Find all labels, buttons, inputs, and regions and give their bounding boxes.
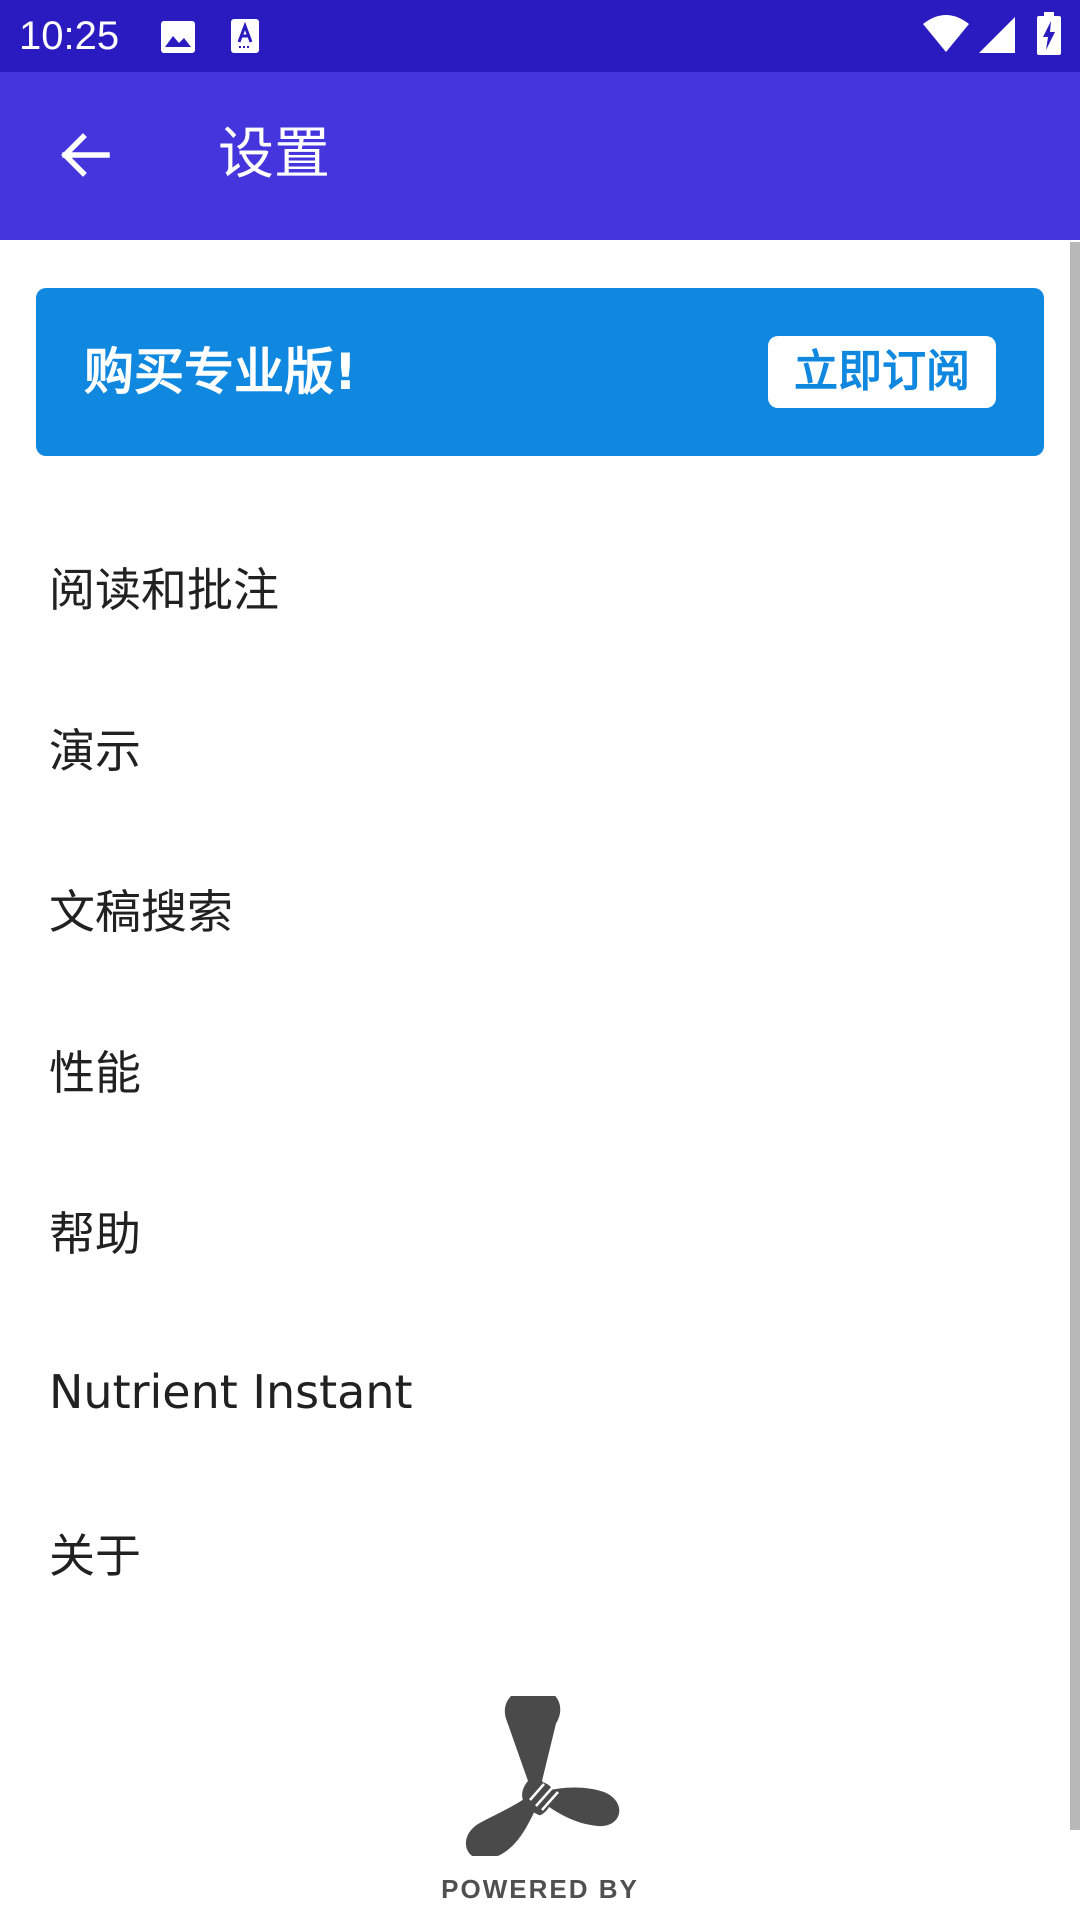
powered-by-text: POWERED BY	[441, 1874, 639, 1904]
settings-item-performance[interactable]: 性能	[0, 989, 1068, 1150]
settings-item-label: 性能	[49, 1045, 141, 1100]
arrow-back-icon	[61, 133, 110, 177]
promo-banner: 购买专业版! 立即订阅	[36, 288, 1044, 456]
status-time: 10:25	[19, 14, 120, 58]
settings-item-help[interactable]: 帮助	[0, 1150, 1068, 1311]
settings-item-label: Nutrient Instant	[49, 1364, 413, 1419]
status-bar: 10:25	[0, 0, 1080, 72]
cellular-signal-icon	[979, 17, 1015, 53]
settings-list: 阅读和批注 演示 文稿搜索 性能 帮助 Nutrient Instant 关于	[0, 506, 1068, 1633]
back-button[interactable]	[40, 110, 130, 200]
subscribe-button[interactable]: 立即订阅	[768, 336, 996, 408]
settings-item-label: 文稿搜索	[49, 884, 233, 939]
battery-charging-icon	[1037, 12, 1061, 55]
app-bar	[0, 72, 1080, 240]
pspdfkit-logo-icon	[465, 1696, 620, 1856]
settings-item-label: 关于	[49, 1528, 141, 1583]
settings-item-nutrient-instant[interactable]: Nutrient Instant	[0, 1311, 1068, 1472]
settings-item-label: 帮助	[49, 1206, 141, 1261]
image-icon	[161, 21, 195, 53]
settings-item-label: 演示	[49, 723, 141, 778]
settings-item-label: 阅读和批注	[49, 562, 279, 617]
settings-item-about[interactable]: 关于	[0, 1472, 1068, 1633]
text-a-icon	[231, 19, 259, 53]
promo-text: 购买专业版!	[84, 343, 357, 401]
scrollbar[interactable]	[1070, 242, 1080, 1830]
page-title: 设置	[218, 122, 330, 187]
settings-item-reading-annotation[interactable]: 阅读和批注	[0, 506, 1068, 667]
footer: POWERED BY	[0, 1696, 1080, 1920]
wifi-icon	[923, 15, 969, 52]
settings-item-presentation[interactable]: 演示	[0, 667, 1068, 828]
settings-item-document-search[interactable]: 文稿搜索	[0, 828, 1068, 989]
